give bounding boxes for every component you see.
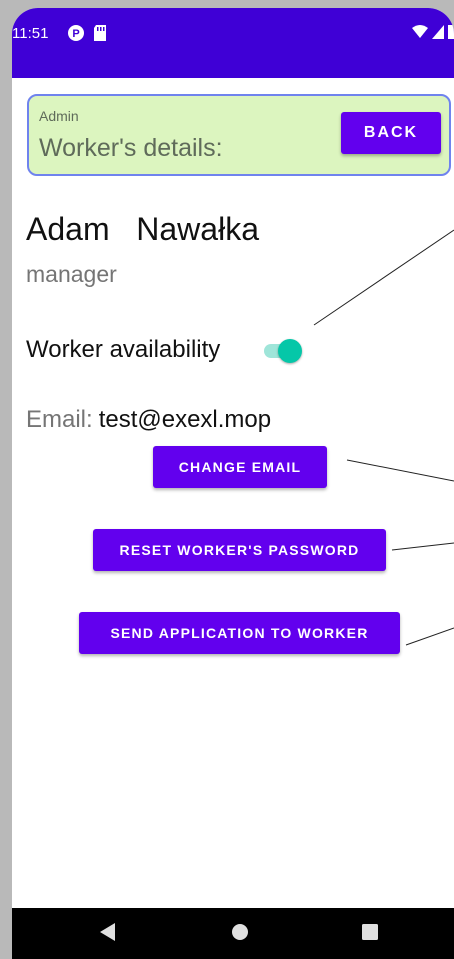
- worker-name: Adam Nawałka: [26, 211, 259, 248]
- toggle-thumb: [278, 339, 302, 363]
- worker-last-name: Nawałka: [136, 211, 259, 247]
- availability-label: Worker availability: [26, 336, 221, 363]
- worker-first-name: Adam: [26, 211, 110, 247]
- wifi-icon: [412, 25, 428, 38]
- phone-screen: 11:51 P Admin Worker's details: BACK Ada…: [12, 8, 454, 959]
- back-triangle-icon[interactable]: [99, 922, 117, 942]
- email-value: test@exexl.mop: [98, 406, 272, 433]
- status-bar: 11:51 P: [12, 8, 454, 78]
- recents-square-icon[interactable]: [361, 922, 379, 942]
- device-frame: 11:51 P Admin Worker's details: BACK Ada…: [0, 0, 454, 959]
- status-left-icons: P: [67, 24, 107, 42]
- reset-password-button[interactable]: RESET WORKER'S PASSWORD: [93, 529, 386, 571]
- change-email-button[interactable]: CHANGE EMAIL: [153, 446, 327, 488]
- status-time: 11:51: [12, 25, 49, 42]
- header-card: Admin Worker's details: BACK: [27, 94, 451, 176]
- header-role-label: Admin: [39, 108, 79, 124]
- callout-line-toggle: [313, 229, 454, 326]
- cell-signal-icon: [432, 25, 444, 39]
- battery-icon: [448, 25, 454, 39]
- svg-text:P: P: [72, 28, 79, 40]
- worker-role: manager: [26, 261, 117, 287]
- home-circle-icon[interactable]: [230, 922, 250, 942]
- callout-line-reset: [391, 542, 454, 551]
- callout-line-email: [346, 459, 454, 482]
- status-right-icons: [412, 24, 454, 40]
- availability-toggle[interactable]: [264, 338, 302, 364]
- navigation-bar: [12, 908, 454, 959]
- back-button[interactable]: BACK: [341, 112, 441, 154]
- sd-card-icon: [94, 25, 106, 41]
- p-notification-icon: P: [68, 25, 84, 41]
- send-application-button[interactable]: SEND APPLICATION TO WORKER: [79, 612, 400, 654]
- email-row: Email: test@exexl.mop: [26, 406, 271, 434]
- email-label: Email:: [26, 406, 93, 433]
- callout-line-send: [405, 627, 454, 646]
- header-title: Worker's details:: [39, 134, 223, 162]
